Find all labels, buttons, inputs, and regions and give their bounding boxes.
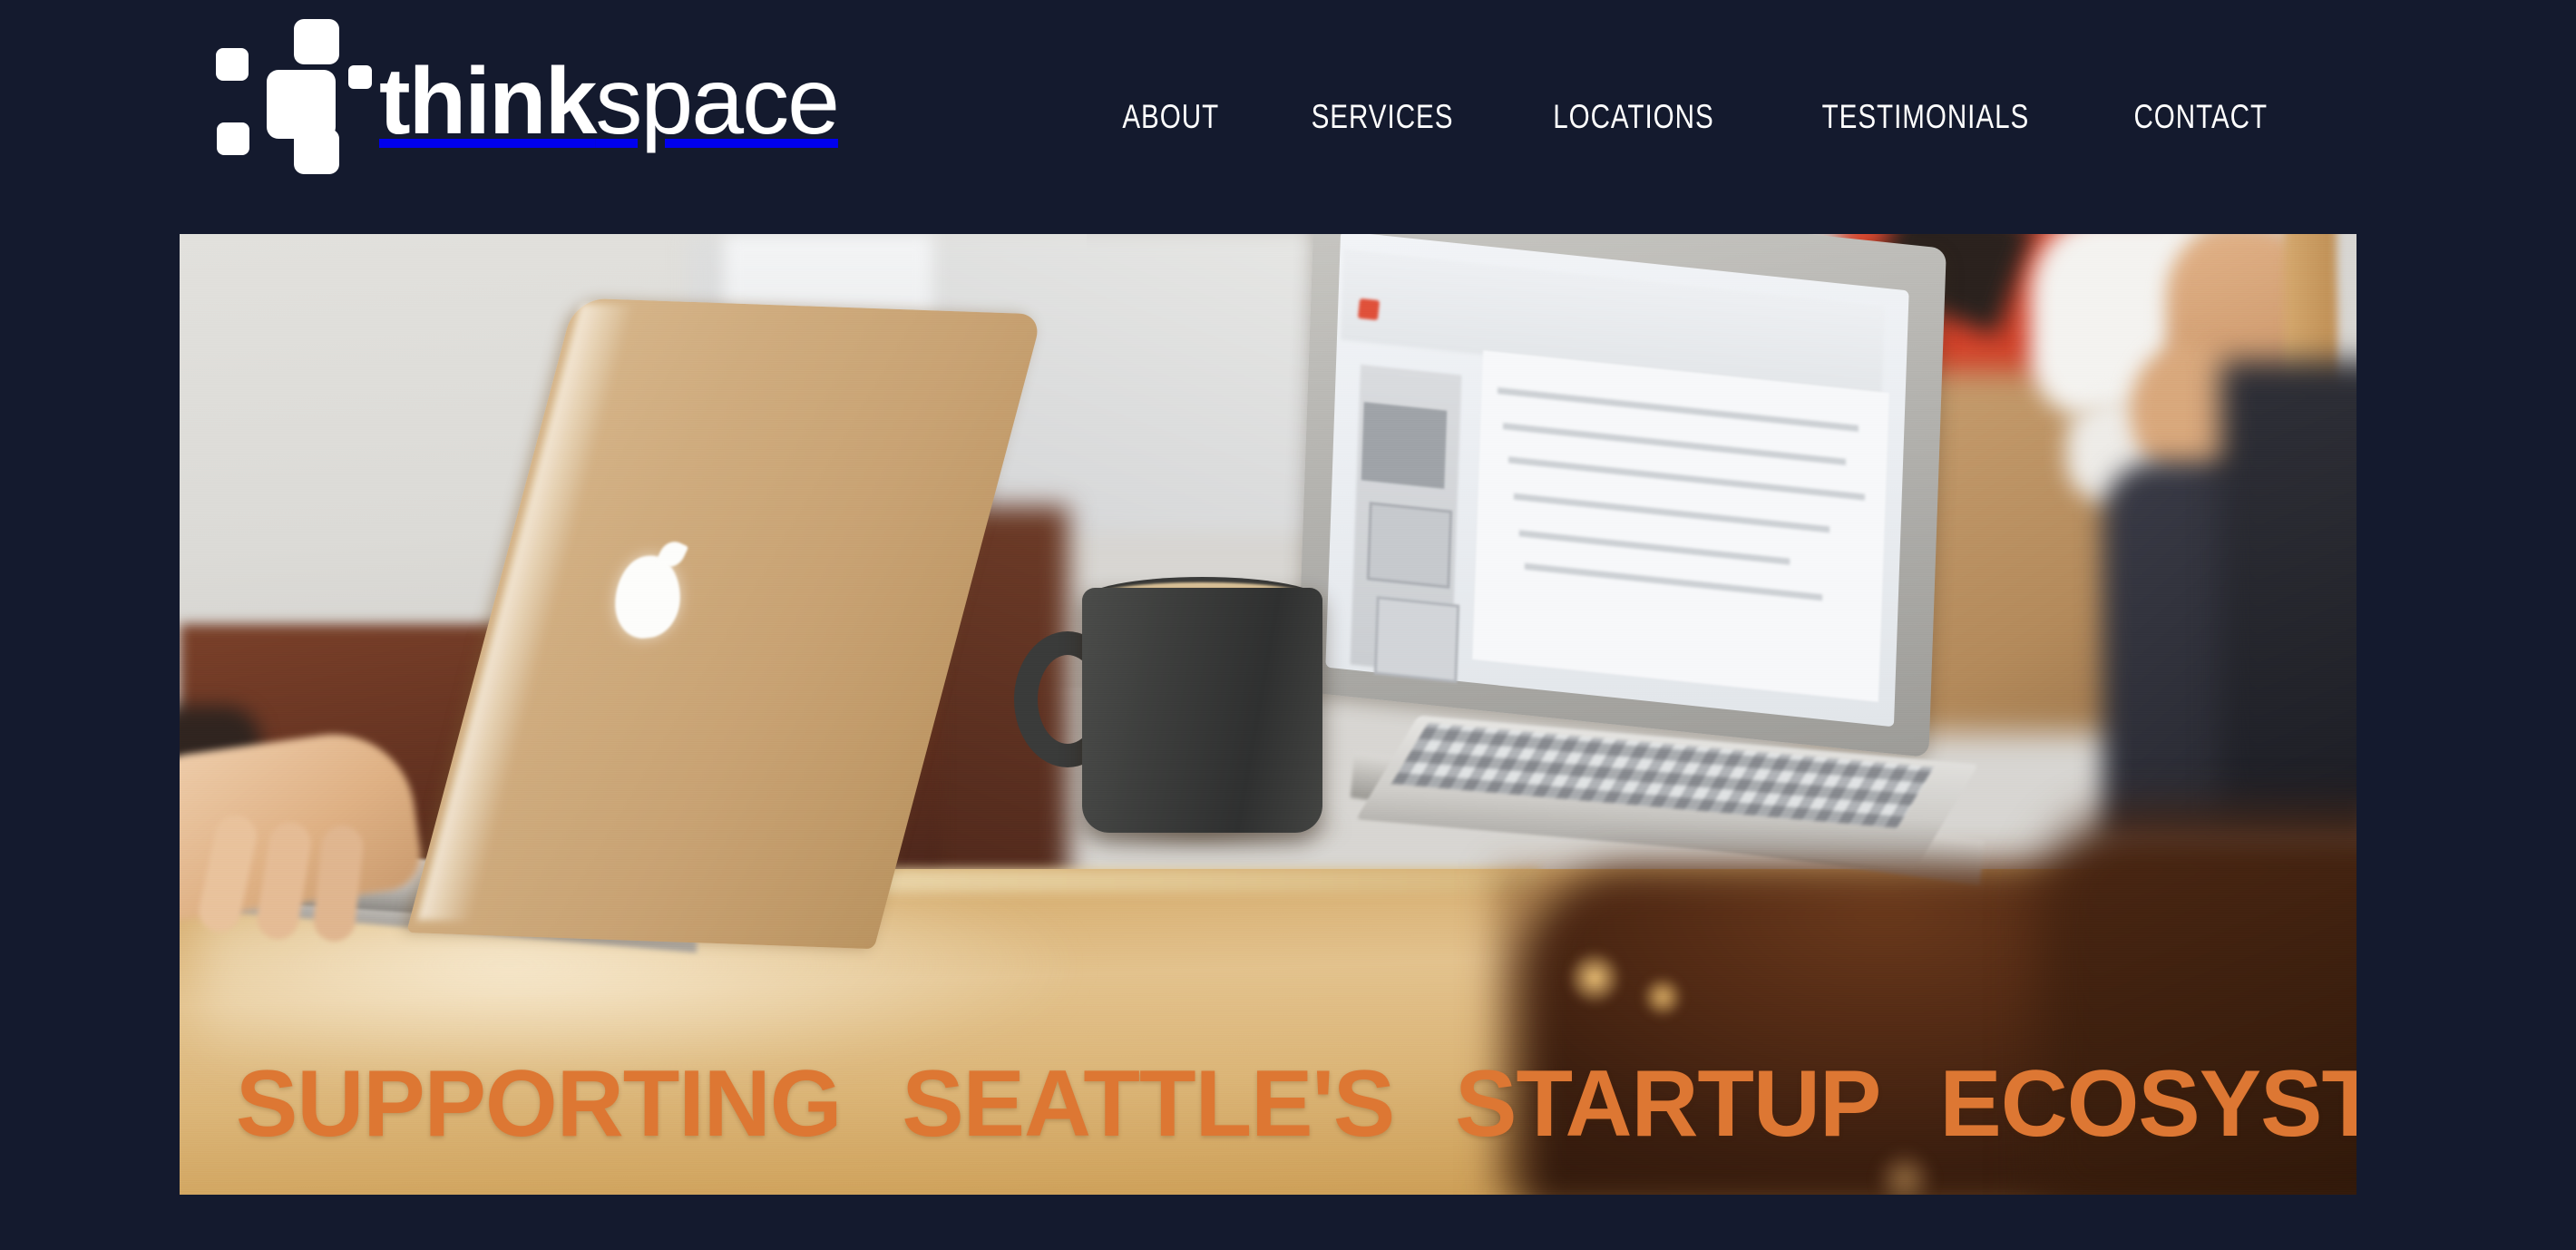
- brand-wordmark: thinkspace: [379, 54, 840, 149]
- brand-wordmark-bold: think: [379, 49, 597, 154]
- brand-logo-link[interactable]: thinkspace: [210, 16, 840, 180]
- hero-banner: SUPPORTING SEATTLE'S STARTUP ECOSYSTEM: [180, 234, 2356, 1195]
- nav-item-locations[interactable]: LOCATIONS: [1538, 98, 1729, 136]
- nav-item-about[interactable]: ABOUT: [1108, 98, 1234, 136]
- nav-item-contact[interactable]: CONTACT: [2119, 98, 2282, 136]
- nav-item-services[interactable]: SERVICES: [1296, 98, 1468, 136]
- nav-item-testimonials[interactable]: TESTIMONIALS: [1807, 98, 2044, 136]
- main-navigation: ABOUT SERVICES LOCATIONS TESTIMONIALS CO…: [1079, 0, 2315, 234]
- hero-headline: SUPPORTING SEATTLE'S STARTUP ECOSYSTEM: [236, 1051, 2356, 1157]
- thinkspace-squares-logo-icon: [210, 17, 372, 179]
- site-header: thinkspace ABOUT SERVICES LOCATIONS TEST…: [0, 0, 2576, 234]
- brand-wordmark-light: space: [595, 49, 840, 154]
